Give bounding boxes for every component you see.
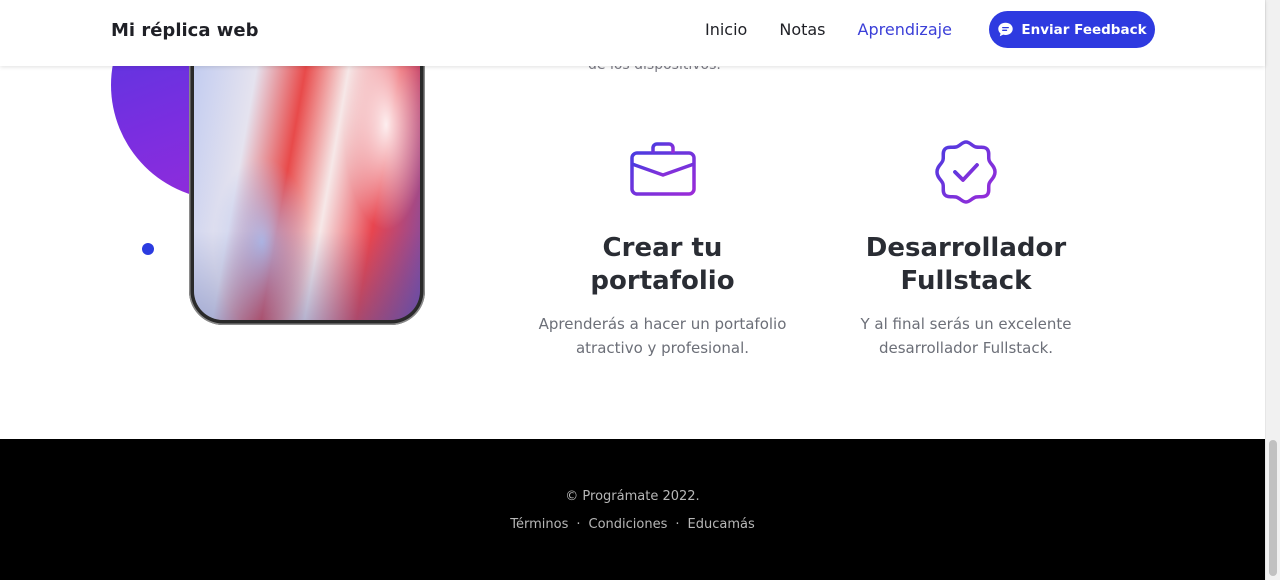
top-navbar: Mi réplica web Inicio Notas Aprendizaje … [0, 0, 1265, 66]
footer: © Prográmate 2022. Términos · Condicione… [0, 439, 1265, 580]
decorative-dot [142, 243, 154, 255]
footer-separator: · [675, 517, 680, 532]
brand-logo[interactable]: Mi réplica web [111, 20, 258, 41]
briefcase-icon [629, 142, 696, 196]
send-feedback-button[interactable]: Enviar Feedback [989, 11, 1155, 48]
footer-link-condiciones[interactable]: Condiciones [589, 517, 668, 532]
nav-item-aprendizaje[interactable]: Aprendizaje [858, 20, 952, 39]
footer-separator: · [576, 517, 581, 532]
feature-portfolio: Crear tu portafolio Aprenderás a hacer u… [530, 138, 795, 360]
chat-bubble-icon [998, 22, 1014, 37]
feature-fullstack: Desarrollador Fullstack Y al final serás… [838, 138, 1094, 360]
scrollbar-thumb[interactable] [1269, 440, 1277, 576]
feature-title: Crear tu portafolio [590, 233, 735, 296]
copyright-text: © Prográmate 2022. [565, 489, 700, 504]
badge-check-icon [935, 140, 997, 204]
footer-link-terminos[interactable]: Términos [510, 517, 568, 532]
main-nav: Inicio Notas Aprendizaje [705, 20, 952, 39]
send-feedback-label: Enviar Feedback [1021, 21, 1147, 38]
feature-title: Desarrollador Fullstack [865, 233, 1067, 296]
nav-item-notas[interactable]: Notas [779, 20, 825, 39]
nav-item-inicio[interactable]: Inicio [705, 20, 747, 39]
feature-description: Y al final serás un excelente desarrolla… [860, 315, 1072, 357]
scrollbar[interactable] [1265, 0, 1280, 580]
footer-link-educamas[interactable]: Educamás [688, 517, 755, 532]
feature-description: Aprenderás a hacer un portafolio atracti… [538, 315, 787, 357]
footer-links: Términos · Condiciones · Educamás [0, 517, 1265, 532]
